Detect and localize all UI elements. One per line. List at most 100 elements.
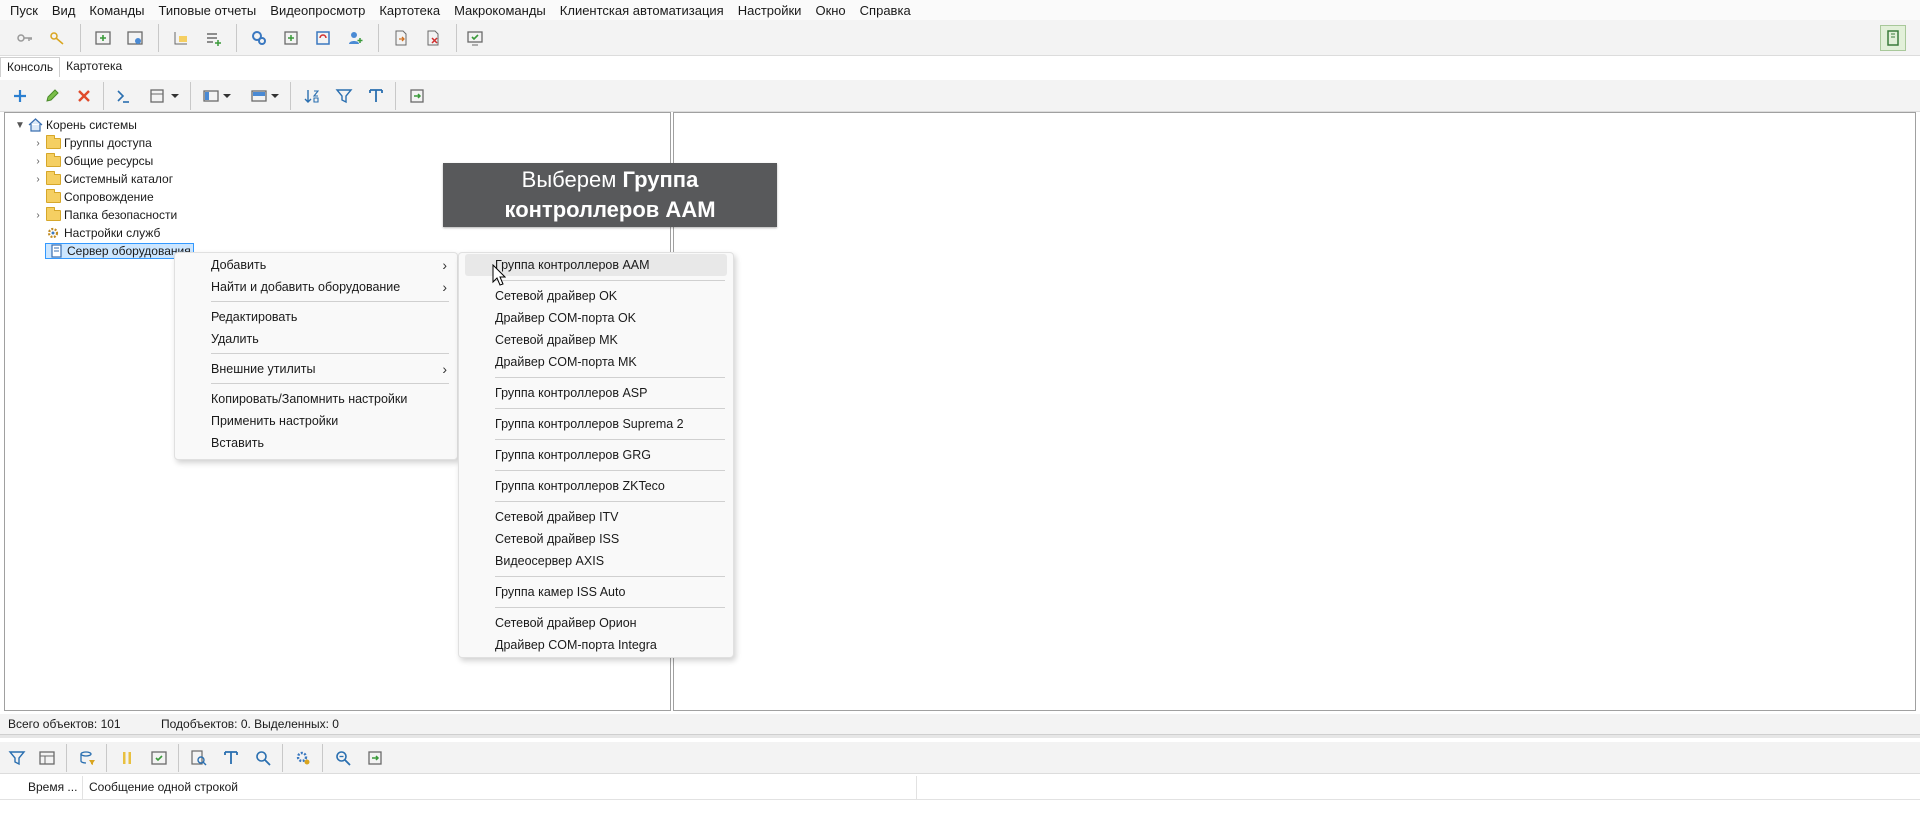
- menu-video[interactable]: Видеопросмотр: [263, 3, 372, 18]
- column-divider[interactable]: [82, 776, 83, 800]
- tree-item-label: Общие ресурсы: [64, 154, 154, 168]
- zoom-icon[interactable]: [330, 745, 356, 771]
- submenu-item-net-mk[interactable]: Сетевой драйвер MK: [459, 329, 733, 351]
- screen-check-icon[interactable]: [462, 25, 488, 51]
- key-icon[interactable]: [12, 25, 38, 51]
- doc-delete-icon[interactable]: [420, 25, 446, 51]
- module-icon[interactable]: [278, 25, 304, 51]
- tree-item-shared-resources[interactable]: › Общие ресурсы: [31, 152, 153, 170]
- filter-icon[interactable]: [331, 83, 357, 109]
- submenu-item-net-ok[interactable]: Сетевой драйвер OK: [459, 285, 733, 307]
- submenu-item-com-mk[interactable]: Драйвер COM-порта MK: [459, 351, 733, 373]
- doc-arrow-icon[interactable]: [388, 25, 414, 51]
- details-pane[interactable]: [673, 112, 1916, 711]
- tree-item-access-groups[interactable]: › Группы доступа: [31, 134, 152, 152]
- tree-item-security-folder[interactable]: › Папка безопасности: [31, 206, 177, 224]
- user-add-icon[interactable]: [342, 25, 368, 51]
- key-gold-icon[interactable]: [44, 25, 70, 51]
- text-icon[interactable]: [218, 745, 244, 771]
- tree-add-icon[interactable]: [168, 25, 194, 51]
- search-icon[interactable]: [250, 745, 276, 771]
- menu-start[interactable]: Пуск: [3, 3, 45, 18]
- window-check-icon[interactable]: [146, 745, 172, 771]
- menu-help[interactable]: Справка: [853, 3, 918, 18]
- tree-item-label: Папка безопасности: [64, 208, 178, 222]
- submenu-item-net-itv[interactable]: Сетевой драйвер ITV: [459, 506, 733, 528]
- submenu-item-com-ok[interactable]: Драйвер COM-порта OK: [459, 307, 733, 329]
- gear-icon[interactable]: [290, 745, 316, 771]
- chevron-down-icon[interactable]: [268, 83, 282, 109]
- export-icon[interactable]: [404, 83, 430, 109]
- table-icon[interactable]: [34, 745, 60, 771]
- menu-settings[interactable]: Настройки: [731, 3, 809, 18]
- menu-reports[interactable]: Типовые отчеты: [152, 3, 264, 18]
- menu-item-delete[interactable]: Удалить: [175, 328, 457, 350]
- submenu-item-net-orion[interactable]: Сетевой драйвер Орион: [459, 612, 733, 634]
- chevron-down-icon[interactable]: [220, 83, 234, 109]
- tab-cardfile[interactable]: Картотека: [60, 57, 128, 77]
- search-doc-icon[interactable]: [186, 745, 212, 771]
- window-props-icon[interactable]: [122, 25, 148, 51]
- menu-item-paste[interactable]: Вставить: [175, 432, 457, 454]
- submenu-item-net-iss[interactable]: Сетевой драйвер ISS: [459, 528, 733, 550]
- tree-item-system-catalog[interactable]: › Системный каталог: [31, 170, 173, 188]
- refresh-icon[interactable]: [310, 25, 336, 51]
- menu-client-automation[interactable]: Клиентская автоматизация: [553, 3, 731, 18]
- sort-icon[interactable]: [299, 83, 325, 109]
- menu-cardfile[interactable]: Картотека: [372, 3, 447, 18]
- menu-item-edit[interactable]: Редактировать: [175, 306, 457, 328]
- tree-item-service-settings[interactable]: Настройки служб: [31, 224, 160, 242]
- export-icon[interactable]: [362, 745, 388, 771]
- log-table-body[interactable]: [0, 800, 1920, 818]
- splitter-handle[interactable]: [0, 734, 1920, 738]
- submenu-item-zkteco-group[interactable]: Группа контроллеров ZKTeco: [459, 475, 733, 497]
- panel-toggle-icon[interactable]: [1880, 25, 1906, 51]
- tree-item-label: Настройки служб: [64, 226, 161, 240]
- submenu-item-asp-group[interactable]: Группа контроллеров ASP: [459, 382, 733, 404]
- chevron-right-icon[interactable]: ›: [31, 138, 45, 149]
- database-filter-icon[interactable]: [74, 745, 100, 771]
- tree-item-label: Группы доступа: [64, 136, 152, 150]
- submenu-item-axis-server[interactable]: Видеосервер AXIS: [459, 550, 733, 572]
- selected-tree-node[interactable]: Сервер оборудования: [45, 243, 194, 259]
- submenu-item-iss-auto-cameras[interactable]: Группа камер ISS Auto: [459, 581, 733, 603]
- list-add-icon[interactable]: [200, 25, 226, 51]
- command-icon[interactable]: [110, 83, 136, 109]
- column-header-time[interactable]: Время ...: [28, 780, 77, 794]
- menu-separator: [495, 408, 725, 409]
- plus-icon[interactable]: [7, 83, 33, 109]
- tab-console[interactable]: Консоль: [0, 57, 61, 77]
- chevron-down-icon[interactable]: ▼: [13, 120, 27, 131]
- menu-item-find-add-hardware[interactable]: Найти и добавить оборудование ›: [175, 276, 457, 298]
- menu-view[interactable]: Вид: [45, 3, 83, 18]
- tree-item-hardware-server[interactable]: Сервер оборудования: [31, 242, 194, 260]
- chevron-right-icon[interactable]: ›: [31, 210, 45, 221]
- view-mode-icon[interactable]: [144, 83, 170, 109]
- menu-window[interactable]: Окно: [808, 3, 852, 18]
- menu-macros[interactable]: Макрокоманды: [447, 3, 553, 18]
- submenu-item-grg-group[interactable]: Группа контроллеров GRG: [459, 444, 733, 466]
- tree-item-maintenance[interactable]: Сопровождение: [31, 188, 154, 206]
- gears-icon[interactable]: [246, 25, 272, 51]
- tree-item-label: Системный каталог: [64, 172, 174, 186]
- column-header-message[interactable]: Сообщение одной строкой: [89, 780, 238, 794]
- menu-item-add[interactable]: Добавить ›: [175, 254, 457, 276]
- menu-item-copy-settings[interactable]: Копировать/Запомнить настройки: [175, 388, 457, 410]
- pause-icon[interactable]: [114, 745, 140, 771]
- menu-commands[interactable]: Команды: [82, 3, 151, 18]
- add-window-icon[interactable]: [90, 25, 116, 51]
- menu-item-apply-settings[interactable]: Применить настройки: [175, 410, 457, 432]
- chevron-right-icon[interactable]: ›: [31, 174, 45, 185]
- tree-item-root[interactable]: ▼ Корень системы: [13, 116, 137, 134]
- log-table-header: Время ... Сообщение одной строкой: [0, 776, 1920, 800]
- submenu-item-com-integra[interactable]: Драйвер COM-порта Integra: [459, 634, 733, 656]
- column-divider[interactable]: [916, 776, 917, 800]
- delete-icon[interactable]: [71, 83, 97, 109]
- text-icon[interactable]: [363, 83, 389, 109]
- pencil-icon[interactable]: [39, 83, 65, 109]
- chevron-down-icon[interactable]: [168, 83, 182, 109]
- chevron-right-icon[interactable]: ›: [31, 156, 45, 167]
- menu-item-external-utilities[interactable]: Внешние утилиты ›: [175, 358, 457, 380]
- filter-icon[interactable]: [4, 745, 30, 771]
- submenu-item-suprema-group[interactable]: Группа контроллеров Suprema 2: [459, 413, 733, 435]
